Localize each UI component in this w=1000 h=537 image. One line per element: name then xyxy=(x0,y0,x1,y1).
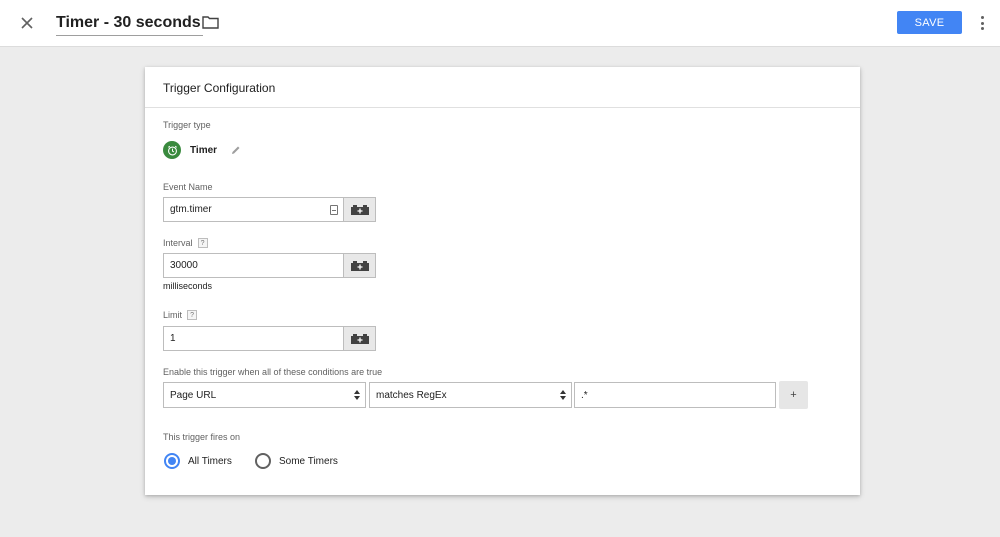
timer-clock-icon[interactable] xyxy=(163,141,181,159)
limit-label: Limit ? xyxy=(163,310,198,320)
add-condition-button[interactable]: + xyxy=(779,381,808,409)
event-name-input[interactable] xyxy=(163,197,344,222)
condition-operator-select[interactable]: matches RegEx xyxy=(369,382,572,408)
lego-brick-icon xyxy=(350,333,369,344)
folder-icon[interactable] xyxy=(200,13,220,31)
more-vert-icon[interactable] xyxy=(976,12,988,34)
field-info-icon[interactable] xyxy=(330,205,338,215)
save-button[interactable]: SAVE xyxy=(897,11,962,34)
card-header: Trigger Configuration xyxy=(145,67,860,108)
radio-selected-icon[interactable] xyxy=(164,453,180,469)
lego-brick-icon xyxy=(350,260,369,271)
top-bar: Timer - 30 seconds SAVE xyxy=(0,0,1000,47)
select-arrows-icon xyxy=(354,390,360,400)
help-icon[interactable]: ? xyxy=(187,310,198,320)
trigger-name-field[interactable]: Timer - 30 seconds xyxy=(56,12,203,36)
interval-unit: milliseconds xyxy=(163,281,213,291)
trigger-type-label: Trigger type xyxy=(163,120,211,130)
pencil-icon[interactable] xyxy=(230,144,242,156)
select-arrows-icon xyxy=(560,390,566,400)
variable-picker-button[interactable] xyxy=(344,197,376,222)
trigger-type-name[interactable]: Timer xyxy=(190,145,217,156)
variable-picker-button[interactable] xyxy=(344,326,376,351)
event-name-label: Event Name xyxy=(163,182,213,192)
trigger-configuration-card: Trigger Configuration Trigger type Timer… xyxy=(145,67,860,495)
condition-variable-select[interactable]: Page URL xyxy=(163,382,366,408)
variable-picker-button[interactable] xyxy=(344,253,376,278)
radio-some-timers[interactable]: Some Timers xyxy=(255,453,338,469)
condition-value-input[interactable] xyxy=(574,382,776,408)
card-title: Trigger Configuration xyxy=(163,81,276,95)
radio-unselected-icon[interactable] xyxy=(255,453,271,469)
limit-input[interactable] xyxy=(163,326,344,351)
interval-input[interactable] xyxy=(163,253,344,278)
lego-brick-icon xyxy=(350,204,369,215)
fires-on-label: This trigger fires on xyxy=(163,432,241,442)
close-icon[interactable] xyxy=(16,12,38,34)
help-icon[interactable]: ? xyxy=(197,238,208,248)
page-title[interactable]: Timer - 30 seconds xyxy=(56,12,201,34)
conditions-label: Enable this trigger when all of these co… xyxy=(163,367,383,377)
radio-all-timers[interactable]: All Timers xyxy=(164,453,232,469)
interval-label: Interval ? xyxy=(163,238,208,248)
